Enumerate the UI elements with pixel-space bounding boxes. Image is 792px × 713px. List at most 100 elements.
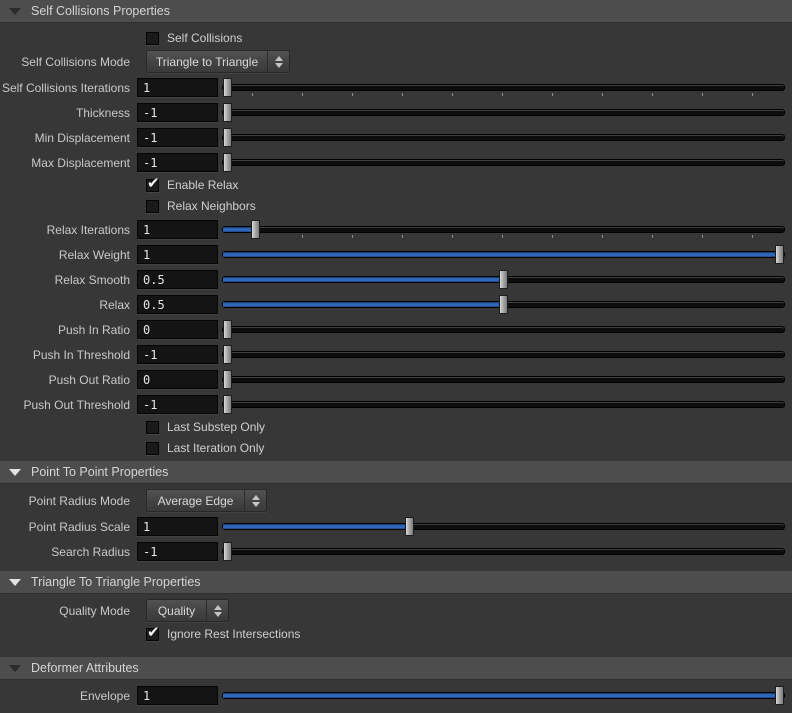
dropdown-arrows-icon[interactable] bbox=[244, 490, 266, 511]
slider-handle[interactable] bbox=[223, 395, 232, 414]
slider-handle[interactable] bbox=[223, 153, 232, 172]
arrow-up-icon bbox=[251, 494, 260, 500]
checkbox-label: Ignore Rest Intersections bbox=[167, 627, 301, 641]
checkbox-label: Self Collisions bbox=[167, 31, 243, 45]
dropdown-value: Average Edge bbox=[157, 493, 234, 508]
section-header-self-collisions-properties[interactable]: Self Collisions Properties bbox=[0, 0, 792, 23]
min-displacement-slider[interactable] bbox=[222, 128, 785, 147]
push-in-threshold-field[interactable] bbox=[137, 345, 218, 364]
enable-relax-checkbox[interactable] bbox=[146, 174, 160, 192]
row-push-in-threshold: Push In Threshold bbox=[0, 345, 792, 364]
push-out-threshold-field[interactable] bbox=[137, 395, 218, 414]
slider-handle[interactable] bbox=[223, 78, 232, 97]
slider-handle[interactable] bbox=[775, 245, 784, 264]
relax-iterations-slider[interactable] bbox=[222, 220, 785, 239]
collapse-triangle-icon[interactable] bbox=[9, 7, 21, 15]
self-collisions-iterations-field[interactable] bbox=[137, 78, 218, 97]
attr-label: Self Collisions Mode bbox=[21, 54, 130, 69]
push-out-ratio-slider[interactable] bbox=[222, 370, 785, 389]
collapse-triangle-icon[interactable] bbox=[9, 664, 21, 672]
row-min-displacement: Min Displacement bbox=[0, 128, 792, 147]
row-point-radius-mode: Point Radius Mode Average Edge bbox=[0, 489, 792, 512]
envelope-slider[interactable] bbox=[222, 686, 785, 705]
slider-fill bbox=[223, 252, 775, 257]
collapse-triangle-icon[interactable] bbox=[9, 468, 21, 476]
self-collisions-iterations-slider[interactable] bbox=[222, 78, 785, 97]
thickness-slider[interactable] bbox=[222, 103, 785, 122]
attr-label: Max Displacement bbox=[31, 155, 130, 170]
relax-weight-field[interactable] bbox=[137, 245, 218, 264]
dropdown-arrows-icon[interactable] bbox=[206, 600, 228, 621]
max-displacement-field[interactable] bbox=[137, 153, 218, 172]
slider-fill bbox=[223, 277, 499, 282]
row-relax-smooth: Relax Smooth bbox=[0, 270, 792, 289]
relax-weight-slider[interactable] bbox=[222, 245, 785, 264]
row-push-out-threshold: Push Out Threshold bbox=[0, 395, 792, 414]
slider-handle[interactable] bbox=[499, 270, 508, 289]
push-in-threshold-slider[interactable] bbox=[222, 345, 785, 364]
self-collisions-checkbox[interactable] bbox=[146, 31, 159, 45]
slider-fill bbox=[223, 524, 406, 529]
row-self-collisions: Self Collisions bbox=[0, 31, 792, 45]
attr-label: Relax Smooth bbox=[54, 272, 130, 287]
row-relax-neighbors: Relax Neighbors bbox=[0, 199, 792, 213]
row-self-collisions-iterations: Self Collisions Iterations bbox=[0, 78, 792, 97]
last-iteration-only-checkbox[interactable] bbox=[146, 441, 159, 455]
row-point-radius-scale: Point Radius Scale bbox=[0, 517, 792, 536]
row-last-substep-only: Last Substep Only bbox=[0, 420, 792, 434]
push-out-threshold-slider[interactable] bbox=[222, 395, 785, 414]
slider-fill bbox=[223, 693, 775, 698]
attr-label: Relax bbox=[99, 297, 130, 312]
row-enable-relax: Enable Relax bbox=[0, 174, 792, 192]
relax-iterations-field[interactable] bbox=[137, 220, 218, 239]
section-title: Triangle To Triangle Properties bbox=[31, 575, 201, 589]
collapse-triangle-icon[interactable] bbox=[9, 578, 21, 586]
relax-slider[interactable] bbox=[222, 295, 785, 314]
section-title: Point To Point Properties bbox=[31, 465, 169, 479]
slider-handle[interactable] bbox=[223, 345, 232, 364]
slider-handle[interactable] bbox=[223, 542, 232, 561]
relax-field[interactable] bbox=[137, 295, 218, 314]
point-radius-scale-slider[interactable] bbox=[222, 517, 785, 536]
quality-mode-dropdown[interactable]: Quality bbox=[146, 599, 229, 622]
slider-handle[interactable] bbox=[223, 370, 232, 389]
point-radius-mode-dropdown[interactable]: Average Edge bbox=[146, 489, 267, 512]
self-collisions-mode-dropdown[interactable]: Triangle to Triangle bbox=[146, 50, 290, 73]
slider-handle[interactable] bbox=[223, 128, 232, 147]
dropdown-arrows-icon[interactable] bbox=[267, 51, 289, 72]
push-in-ratio-slider[interactable] bbox=[222, 320, 785, 339]
slider-handle[interactable] bbox=[499, 295, 508, 314]
ignore-rest-intersections-checkbox[interactable] bbox=[146, 623, 160, 641]
relax-neighbors-checkbox[interactable] bbox=[146, 199, 159, 213]
push-out-ratio-field[interactable] bbox=[137, 370, 218, 389]
section-header-deformer-attributes[interactable]: Deformer Attributes bbox=[0, 657, 792, 680]
max-displacement-slider[interactable] bbox=[222, 153, 785, 172]
push-in-ratio-field[interactable] bbox=[137, 320, 218, 339]
envelope-field[interactable] bbox=[137, 686, 218, 705]
slider-fill bbox=[223, 302, 499, 307]
row-relax-iterations: Relax Iterations bbox=[0, 220, 792, 239]
section-header-triangle-to-triangle-properties[interactable]: Triangle To Triangle Properties bbox=[0, 571, 792, 594]
row-relax: Relax bbox=[0, 295, 792, 314]
attr-label: Relax Weight bbox=[58, 247, 130, 262]
thickness-field[interactable] bbox=[137, 103, 218, 122]
row-max-displacement: Max Displacement bbox=[0, 153, 792, 172]
search-radius-slider[interactable] bbox=[222, 542, 785, 561]
section-header-point-to-point-properties[interactable]: Point To Point Properties bbox=[0, 461, 792, 484]
point-radius-scale-field[interactable] bbox=[137, 517, 218, 536]
row-thickness: Thickness bbox=[0, 103, 792, 122]
relax-smooth-slider[interactable] bbox=[222, 270, 785, 289]
last-substep-only-checkbox[interactable] bbox=[146, 420, 159, 434]
attr-label: Push Out Threshold bbox=[23, 397, 130, 412]
slider-handle[interactable] bbox=[405, 517, 415, 536]
relax-smooth-field[interactable] bbox=[137, 270, 218, 289]
min-displacement-field[interactable] bbox=[137, 128, 218, 147]
arrow-down-icon bbox=[274, 62, 283, 68]
search-radius-field[interactable] bbox=[137, 542, 218, 561]
slider-handle[interactable] bbox=[775, 686, 784, 705]
slider-handle[interactable] bbox=[250, 220, 260, 239]
dropdown-value: Triangle to Triangle bbox=[155, 54, 259, 69]
slider-handle[interactable] bbox=[223, 103, 232, 122]
checkbox-label: Last Substep Only bbox=[167, 420, 266, 434]
slider-handle[interactable] bbox=[223, 320, 232, 339]
